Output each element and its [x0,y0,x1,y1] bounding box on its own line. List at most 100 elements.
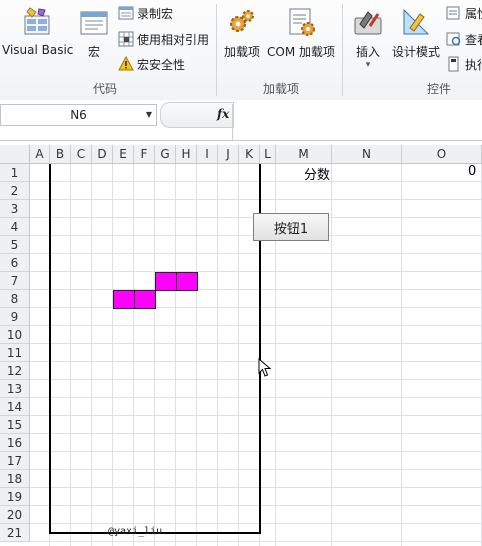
author-credit: @yaxi_liu [108,526,163,537]
column-header-a[interactable]: A [30,145,50,164]
design-mode-icon [403,8,430,35]
score-label: 分数 [304,168,331,183]
column-header-h[interactable]: H [176,145,197,164]
column-header-j[interactable]: J [218,145,239,164]
column-header-f[interactable]: F [134,145,155,164]
view-code-icon [446,32,461,46]
group-addins-label: 加载项 [262,82,299,96]
row-header-15[interactable]: 15 [0,416,30,434]
view-code-label: 查看 [465,32,482,47]
row-header-1[interactable]: 1 [0,164,30,182]
macro-label: 宏 [87,45,100,59]
relative-reference-icon [118,31,134,47]
column-header-b[interactable]: B [50,145,71,164]
macro-security-button[interactable]: 宏安全性 [118,55,185,73]
insert-label: 插入 [355,45,380,59]
group-separator [216,4,217,96]
column-header-c[interactable]: C [71,145,92,164]
fx-icon: fx [217,107,230,121]
macro-security-label: 宏安全性 [137,57,186,72]
column-header-d[interactable]: D [92,145,113,164]
piece-block [176,272,198,291]
group-controls-label: 控件 [426,82,451,96]
com-addins-icon [289,8,315,36]
row-header-18[interactable]: 18 [0,470,30,488]
column-header-m[interactable]: M [276,145,332,164]
view-code-button[interactable]: 查看 [446,30,482,48]
warning-icon [118,56,134,71]
row-header-21[interactable]: 21 [0,524,30,542]
row-header-20[interactable]: 20 [0,506,30,524]
design-mode-label: 设计模式 [391,45,440,59]
piece-block [134,290,156,309]
row-header-8[interactable]: 8 [0,290,30,308]
row-header-7[interactable]: 7 [0,272,30,290]
properties-icon [446,6,460,20]
row-header-6[interactable]: 6 [0,254,30,272]
record-macro-button[interactable]: 录制宏 [118,4,173,22]
properties-label: 属性 [465,6,482,21]
score-value: 0 [468,164,477,179]
run-dialog-button[interactable]: 执行 [446,55,482,73]
mouse-cursor-icon [258,358,272,377]
row-header-19[interactable]: 19 [0,488,30,506]
piece-block [113,290,135,309]
com-addins-label: COM 加载项 [267,45,335,59]
row-header-2[interactable]: 2 [0,182,30,200]
formula-input[interactable] [232,104,482,140]
column-header-o[interactable]: O [402,145,482,164]
formula-bar: N6 ▼ fx [0,100,482,141]
worksheet-grid[interactable]: 分数 0 按钮1 @yaxi_liu [30,164,482,546]
column-header-l[interactable]: L [260,145,276,164]
gridline-vertical [331,164,332,546]
properties-button[interactable]: 属性 [446,4,482,22]
button-1[interactable]: 按钮1 [253,213,329,241]
chevron-down-icon[interactable]: ▼ [146,110,152,119]
gear-icon [230,10,254,32]
column-header-k[interactable]: K [239,145,260,164]
relative-reference-button[interactable]: 使用相对引用 [118,30,209,48]
row-header-11[interactable]: 11 [0,344,30,362]
row-header-10[interactable]: 10 [0,326,30,344]
row-header-14[interactable]: 14 [0,398,30,416]
insert-control-button[interactable]: 插入 ▾ [348,6,388,70]
addins-button[interactable]: 加载项 [222,6,262,60]
column-header-i[interactable]: I [197,145,218,164]
row-header-4[interactable]: 4 [0,218,30,236]
row-header-3[interactable]: 3 [0,200,30,218]
insert-function-button[interactable]: fx [160,102,234,128]
toolbox-icon [354,11,382,35]
game-board-border [49,164,261,534]
piece-block [155,272,177,291]
visual-basic-button[interactable]: Visual Basic [2,6,74,57]
macro-icon [80,11,108,35]
com-addins-button[interactable]: COM 加载项 [266,6,336,60]
chevron-down-icon: ▾ [365,60,371,70]
row-header-16[interactable]: 16 [0,434,30,452]
select-all-corner[interactable] [0,145,30,164]
visual-basic-icon [24,7,50,35]
relative-reference-label: 使用相对引用 [137,32,210,47]
visual-basic-label: Visual Basic [2,43,74,57]
column-header-n[interactable]: N [332,145,402,164]
group-separator [342,4,343,96]
row-header-13[interactable]: 13 [0,380,30,398]
column-header-e[interactable]: E [113,145,134,164]
name-box[interactable]: N6 ▼ [0,104,157,126]
design-mode-button[interactable]: 设计模式 [390,6,442,60]
macro-button[interactable]: 宏 [78,6,110,60]
ribbon: Visual Basic 宏 录制宏 使用相对引用 宏安全性 代码 加载项 CO… [0,0,482,101]
record-macro-label: 录制宏 [137,6,174,21]
run-dialog-icon [448,56,459,72]
gridline-horizontal [30,541,482,542]
row-header-12[interactable]: 12 [0,362,30,380]
addins-label: 加载项 [223,45,260,59]
gridline-vertical [401,164,402,546]
column-header-g[interactable]: G [155,145,176,164]
group-code-label: 代码 [92,82,117,96]
row-header-5[interactable]: 5 [0,236,30,254]
row-header-9[interactable]: 9 [0,308,30,326]
run-dialog-label: 执行 [465,57,482,72]
record-macro-icon [118,6,134,20]
row-header-17[interactable]: 17 [0,452,30,470]
